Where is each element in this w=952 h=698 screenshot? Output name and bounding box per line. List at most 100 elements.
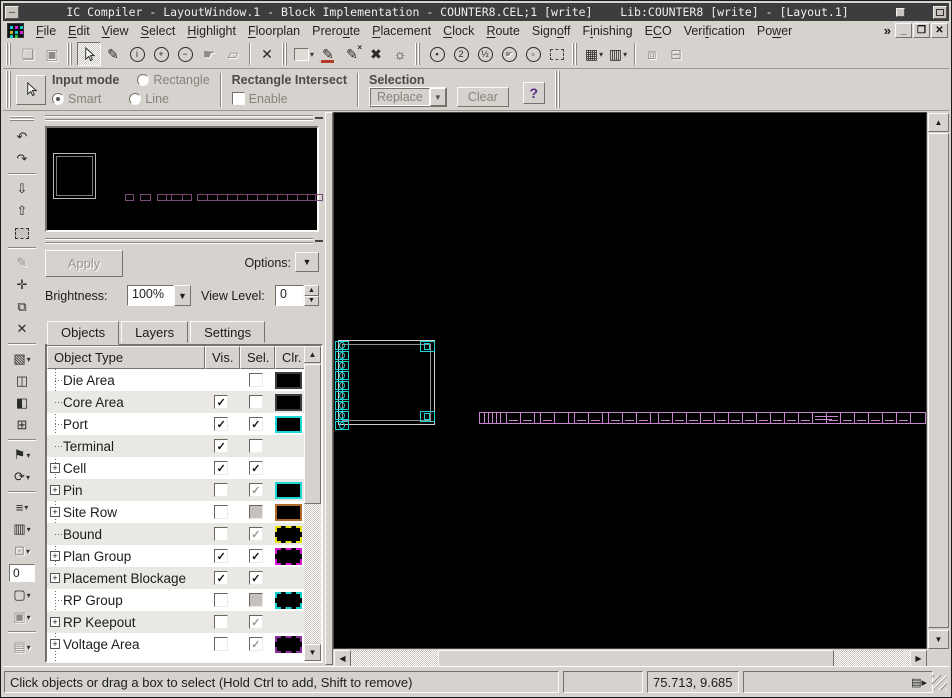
expander-icon[interactable]: + bbox=[50, 639, 60, 649]
titlebar-maximize-button[interactable] bbox=[933, 6, 947, 19]
options-dropdown-button[interactable]: ▼ bbox=[295, 252, 319, 272]
draw-pencil-icon[interactable]: ✎ bbox=[101, 42, 125, 66]
tab-layers[interactable]: Layers bbox=[121, 321, 188, 343]
menu-file[interactable]: File bbox=[30, 23, 62, 39]
vis-checkbox[interactable] bbox=[214, 615, 228, 629]
radio-line[interactable]: Line bbox=[129, 92, 169, 106]
tab-settings[interactable]: Settings bbox=[190, 321, 265, 343]
table-row[interactable]: RP Group bbox=[47, 589, 304, 611]
highlight-color-swatch[interactable]: ▾ bbox=[292, 42, 316, 66]
vis-checkbox[interactable]: ✓ bbox=[214, 571, 228, 585]
scroll-thumb[interactable] bbox=[304, 364, 321, 504]
panel-splitter[interactable] bbox=[325, 112, 333, 665]
query-info-icon[interactable]: i bbox=[125, 42, 149, 66]
table-row[interactable]: +RP Keepout✓ bbox=[47, 611, 304, 633]
expander-icon[interactable]: + bbox=[50, 485, 60, 495]
mdi-minimize-button[interactable]: _ bbox=[895, 23, 912, 38]
titlebar-shade-button[interactable] bbox=[896, 8, 905, 17]
help-button[interactable]: ? bbox=[523, 82, 545, 104]
ruler-icon[interactable]: ▱ bbox=[221, 42, 245, 66]
sel-checkbox[interactable]: ✓ bbox=[249, 417, 263, 431]
menu-signoff[interactable]: Signoff bbox=[526, 23, 577, 39]
scroll-track[interactable] bbox=[304, 504, 321, 643]
color-swatch[interactable] bbox=[275, 548, 302, 565]
vis-checkbox[interactable] bbox=[214, 483, 228, 497]
scroll-down-icon[interactable]: ▼ bbox=[928, 630, 949, 649]
table-row[interactable]: +Plan Group✓✓ bbox=[47, 545, 304, 567]
flag-icon[interactable]: ⚑▾ bbox=[8, 444, 36, 466]
redo-icon[interactable]: ↷ bbox=[8, 148, 36, 170]
col-clr[interactable]: Clr. bbox=[275, 346, 306, 369]
hscroll-thumb[interactable] bbox=[438, 650, 834, 667]
canvas-vscrollbar[interactable]: ▲ ▼ bbox=[928, 113, 949, 649]
zoom-box-icon[interactable] bbox=[545, 42, 569, 66]
copy-icon[interactable]: ⧉ bbox=[8, 296, 36, 318]
color-swatch[interactable] bbox=[275, 416, 302, 433]
table-row[interactable]: Die Area bbox=[47, 369, 304, 391]
route-display-icon[interactable]: ▥▾ bbox=[606, 42, 630, 66]
table-row[interactable]: +Cell✓✓ bbox=[47, 457, 304, 479]
scroll-down-icon[interactable]: ▼ bbox=[304, 644, 321, 661]
sel-checkbox[interactable] bbox=[249, 593, 263, 607]
push-down-hier-icon[interactable]: ⇩ bbox=[8, 178, 36, 200]
hierarchy-icon[interactable]: ⊟ bbox=[664, 42, 688, 66]
menu-power[interactable]: Power bbox=[751, 23, 798, 39]
vis-checkbox[interactable]: ✓ bbox=[214, 549, 228, 563]
spin-down-icon[interactable]: ▼ bbox=[304, 296, 319, 307]
color-swatch[interactable] bbox=[275, 592, 302, 609]
vis-checkbox[interactable] bbox=[214, 505, 228, 519]
scroll-right-icon[interactable]: ▶ bbox=[910, 650, 927, 667]
align-icon[interactable]: ≡▾ bbox=[8, 496, 36, 518]
delete-icon[interactable]: ✕ bbox=[8, 318, 36, 340]
radio-smart[interactable]: Smart bbox=[52, 92, 101, 106]
sel-checkbox[interactable] bbox=[249, 395, 263, 409]
properties-icon[interactable]: ✎ bbox=[8, 252, 36, 274]
rotate-icon[interactable]: ⟳▾ bbox=[8, 466, 36, 488]
open-icon[interactable]: ❏ bbox=[16, 42, 40, 66]
layout-canvas[interactable] bbox=[333, 112, 927, 649]
menu-highlight[interactable]: Highlight bbox=[181, 23, 242, 39]
vis-checkbox[interactable]: ✓ bbox=[214, 395, 228, 409]
snap-icon[interactable]: ⊡▾ bbox=[8, 540, 36, 562]
pop-up-hier-icon[interactable]: ⇧ bbox=[8, 200, 36, 222]
radio-rectangle[interactable]: Rectangle bbox=[137, 73, 209, 87]
menu-clock[interactable]: Clock bbox=[437, 23, 480, 39]
menu-view[interactable]: View bbox=[96, 23, 135, 39]
vscroll-thumb[interactable] bbox=[928, 133, 949, 628]
stretch-icon[interactable]: ◫ bbox=[8, 370, 36, 392]
menu-select[interactable]: Select bbox=[135, 23, 182, 39]
sel-checkbox[interactable] bbox=[249, 439, 263, 453]
selection-mode-dropdown[interactable]: Replace ▼ bbox=[369, 87, 447, 107]
zoom-2x-icon[interactable]: 2 bbox=[449, 42, 473, 66]
spacing-value-field[interactable]: 0 bbox=[9, 564, 35, 582]
menu-placement[interactable]: Placement bbox=[366, 23, 437, 39]
clear-highlight-icon[interactable]: ✕ bbox=[255, 42, 279, 66]
unhighlight-all-icon[interactable]: ✖ bbox=[364, 42, 388, 66]
expander-icon[interactable]: + bbox=[50, 617, 60, 627]
menu-floorplan[interactable]: Floorplan bbox=[242, 23, 306, 39]
mdi-restore-button[interactable]: ❐ bbox=[913, 23, 930, 38]
expander-icon[interactable]: + bbox=[50, 507, 60, 517]
mdi-close-button[interactable]: ✕ bbox=[931, 23, 948, 38]
vis-checkbox[interactable]: ✓ bbox=[214, 439, 228, 453]
sel-checkbox[interactable]: ✓ bbox=[249, 571, 263, 585]
scroll-left-icon[interactable]: ◀ bbox=[334, 650, 351, 667]
menu-preroute[interactable]: Preroute bbox=[306, 23, 366, 39]
table-row[interactable]: Core Area✓ bbox=[47, 391, 304, 413]
sel-checkbox[interactable]: ✓ bbox=[249, 483, 263, 497]
color-swatch[interactable] bbox=[275, 372, 302, 389]
keepout-alt-icon[interactable]: ▣▾ bbox=[8, 606, 36, 628]
message-log-button[interactable]: ▤▸ bbox=[911, 676, 927, 689]
canvas-hscrollbar[interactable]: ◀ ▶ bbox=[334, 650, 927, 667]
highlight-pencil-icon[interactable]: ✎ bbox=[316, 42, 340, 66]
window-menu-button[interactable]: ─ bbox=[5, 6, 19, 19]
color-swatch[interactable] bbox=[275, 482, 302, 499]
vis-checkbox[interactable] bbox=[214, 527, 228, 541]
table-row[interactable]: +Site Row bbox=[47, 501, 304, 523]
layers-icon[interactable]: ▤▾ bbox=[8, 636, 36, 658]
vis-checkbox[interactable]: ✓ bbox=[214, 417, 228, 431]
sel-checkbox[interactable] bbox=[249, 505, 263, 519]
select-mode-button[interactable] bbox=[16, 75, 46, 105]
expander-icon[interactable]: + bbox=[50, 551, 60, 561]
select-tool-icon[interactable] bbox=[77, 42, 101, 66]
